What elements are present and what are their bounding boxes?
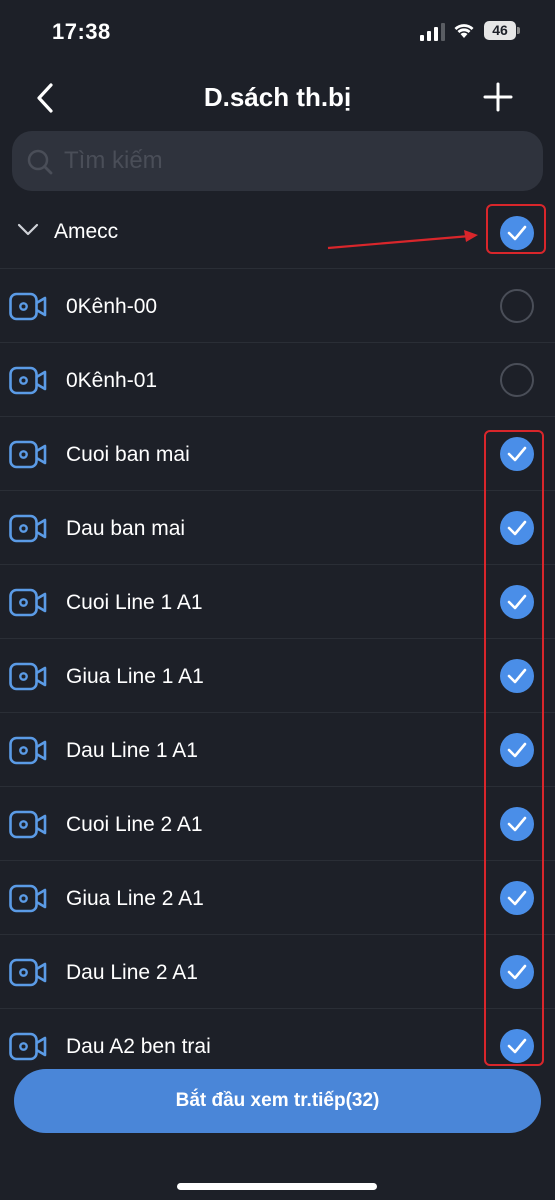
device-row[interactable]: 0Kênh-01 [0,342,555,416]
device-checkbox[interactable] [500,289,534,323]
device-row[interactable]: Cuoi Line 2 A1 [0,786,555,860]
chevron-down-icon[interactable] [17,222,39,238]
page-title: D.sách th.bị [203,82,352,112]
device-label: Giua Line 1 A1 [66,665,204,688]
camera-icon [9,440,47,469]
device-checkbox[interactable] [500,363,534,397]
device-label: Giua Line 2 A1 [66,887,204,910]
annotation-box-list [484,430,544,1066]
device-label: Dau A2 ben trai [66,1035,211,1058]
signal-icon [420,23,445,41]
device-label: Cuoi ban mai [66,443,190,466]
device-label: Cuoi Line 1 A1 [66,591,203,614]
device-row[interactable]: Giua Line 1 A1 [0,638,555,712]
device-label: 0Kênh-01 [66,369,158,392]
camera-icon [9,366,47,395]
camera-icon [9,588,47,617]
battery-tip [517,27,520,34]
camera-icon [9,292,47,321]
device-label: Cuoi Line 2 A1 [66,813,203,836]
device-row[interactable]: Cuoi ban mai [0,416,555,490]
camera-icon [9,736,47,765]
camera-icon [9,810,47,839]
camera-icon [9,1032,47,1061]
nav-bar: D.sách th.bị [0,62,555,132]
device-label: 0Kênh-00 [66,295,158,318]
device-row[interactable]: Cuoi Line 1 A1 [0,564,555,638]
device-row[interactable]: Giua Line 2 A1 [0,860,555,934]
camera-icon [9,884,47,913]
add-button[interactable] [480,79,516,115]
device-label: Dau ban mai [66,517,186,540]
annotation-arrow [327,230,478,250]
start-live-view-button[interactable]: Bắt đầu xem tr.tiếp(32) [14,1069,541,1133]
status-time: 17:38 [52,19,111,44]
device-label: Dau Line 2 A1 [66,961,198,984]
device-list: 0Kênh-00 0Kênh-01 Cuoi ban mai Dau ban mai C… [0,268,555,1082]
device-row[interactable]: Dau Line 2 A1 [0,934,555,1008]
search-box[interactable] [12,131,543,191]
device-row[interactable]: 0Kênh-00 [0,268,555,342]
home-indicator [177,1183,377,1190]
search-icon [27,149,53,175]
battery-icon: 46 [484,21,516,40]
group-label: Amecc [54,220,119,243]
search-input[interactable] [64,141,524,181]
wifi-icon [454,24,474,38]
device-row[interactable]: Dau ban mai [0,490,555,564]
status-bar: 17:38 46 [0,0,555,62]
device-row[interactable]: Dau Line 1 A1 [0,712,555,786]
annotation-box-group [486,204,546,254]
camera-icon [9,958,47,987]
camera-icon [9,514,47,543]
device-label: Dau Line 1 A1 [66,739,198,762]
camera-icon [9,662,47,691]
